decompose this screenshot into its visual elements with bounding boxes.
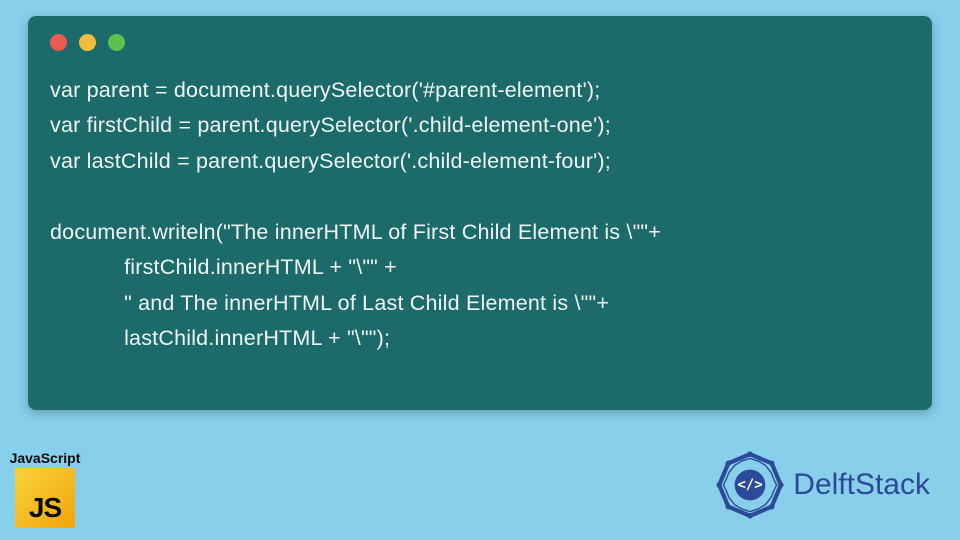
code-line: var lastChild = parent.querySelector('.c… — [50, 149, 611, 173]
code-line: firstChild.innerHTML + "\"" + — [50, 255, 397, 279]
window-traffic-lights — [50, 34, 910, 51]
code-content: var parent = document.querySelector('#pa… — [50, 73, 910, 357]
javascript-tile-text: JS — [29, 492, 61, 524]
code-line: document.writeln("The innerHTML of First… — [50, 220, 661, 244]
minimize-icon — [79, 34, 96, 51]
javascript-icon: JS — [15, 468, 75, 528]
close-icon — [50, 34, 67, 51]
svg-text:</>: </> — [738, 477, 763, 493]
brand-name: DelftStack — [793, 468, 930, 502]
code-line: var parent = document.querySelector('#pa… — [50, 78, 600, 102]
code-line: var firstChild = parent.querySelector('.… — [50, 113, 611, 137]
code-line: lastChild.innerHTML + "\""); — [50, 326, 390, 350]
brand: </> DelftStack — [715, 450, 930, 520]
code-line: " and The innerHTML of Last Child Elemen… — [50, 291, 609, 315]
javascript-label: JavaScript — [6, 450, 84, 466]
code-window: var parent = document.querySelector('#pa… — [28, 16, 932, 410]
maximize-icon — [108, 34, 125, 51]
brand-logo-icon: </> — [715, 450, 785, 520]
javascript-badge: JavaScript JS — [6, 450, 84, 528]
